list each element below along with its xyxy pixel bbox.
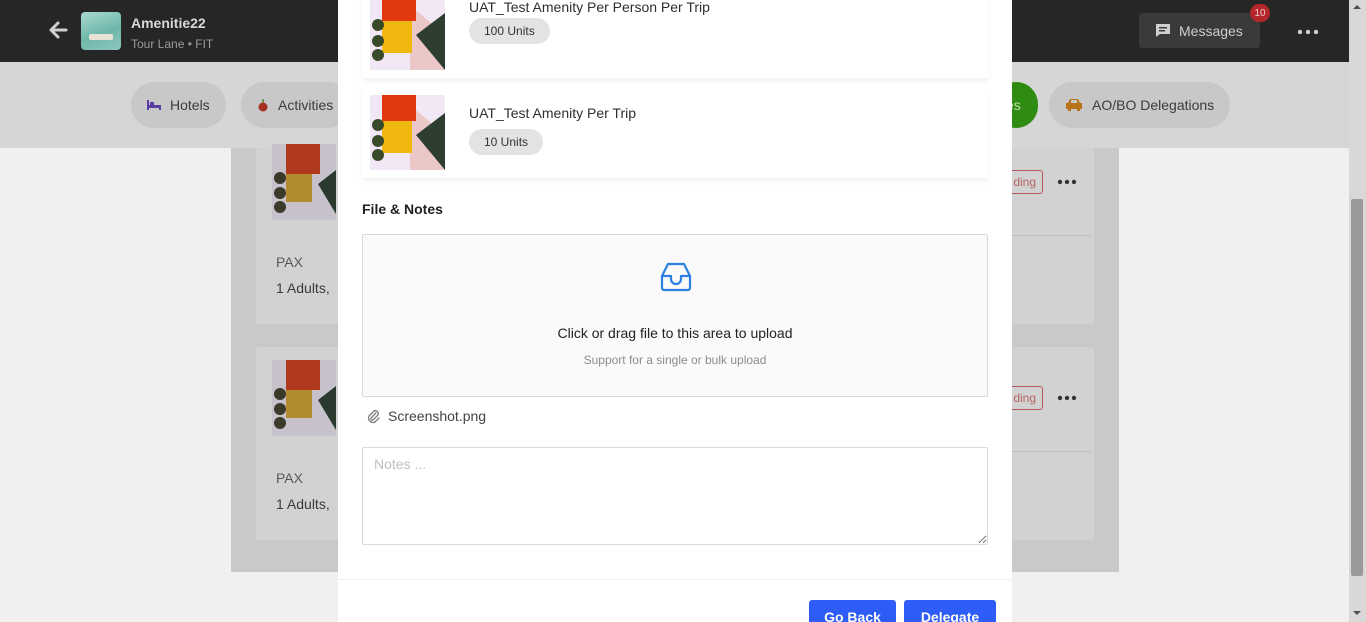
tab-label: Activities (278, 97, 334, 113)
divider (1003, 235, 1091, 236)
chat-icon (1156, 24, 1170, 37)
trip-title: Amenitie22 (131, 15, 206, 31)
messages-label: Messages (1179, 22, 1243, 39)
modal-footer-divider (338, 579, 1012, 580)
tab-label: Hotels (170, 97, 210, 113)
file-upload-dropzone[interactable]: Click or drag file to this area to uploa… (362, 234, 988, 397)
attached-file-item[interactable]: Screenshot.png (366, 406, 486, 426)
apple-icon (258, 99, 268, 112)
item-image (272, 360, 336, 436)
amenity-title: UAT_Test Amenity Per Person Per Trip (469, 0, 710, 15)
notes-textarea[interactable] (362, 447, 988, 545)
inbox-icon (660, 262, 692, 292)
pax-label: PAX (276, 254, 303, 270)
trip-subtitle: Tour Lane • FIT (131, 37, 214, 51)
amenity-image (370, 95, 445, 170)
file-notes-heading: File & Notes (362, 201, 443, 217)
trip-thumbnail (81, 12, 121, 50)
paperclip-icon (367, 410, 380, 424)
divider (1003, 451, 1091, 452)
row-more-icon[interactable] (1057, 179, 1077, 185)
bed-icon (147, 100, 161, 110)
item-image (272, 144, 336, 220)
car-icon (1066, 99, 1082, 111)
tab-activities[interactable]: Activities (241, 82, 351, 128)
amenity-title: UAT_Test Amenity Per Trip (469, 105, 637, 121)
row-more-icon[interactable] (1057, 395, 1077, 401)
messages-count-badge: 10 (1250, 4, 1270, 22)
amenity-units-tag: 100 Units (469, 18, 550, 44)
more-options-icon[interactable] (1297, 28, 1319, 36)
scrollbar-thumb[interactable] (1351, 199, 1363, 576)
attached-file-name: Screenshot.png (388, 408, 487, 424)
tab-ao-bo-delegations[interactable]: AO/BO Delegations (1049, 82, 1231, 128)
scroll-down-icon[interactable] (1352, 609, 1362, 617)
messages-button[interactable]: Messages (1139, 13, 1260, 48)
pax-label: PAX (276, 470, 303, 486)
amenity-card: UAT_Test Amenity Per Person Per Trip 100… (362, 0, 988, 78)
back-arrow-icon[interactable] (46, 18, 70, 42)
delegate-button[interactable]: Delegate (904, 600, 996, 622)
pax-value: 1 Adults, (276, 280, 330, 296)
pax-value: 1 Adults, (276, 496, 330, 512)
tab-hotels[interactable]: Hotels (131, 82, 226, 128)
delegate-modal: UAT_Test Amenity Per Person Per Trip 100… (338, 0, 1012, 622)
amenity-card: UAT_Test Amenity Per Trip 10 Units (362, 88, 988, 178)
go-back-button[interactable]: Go Back (809, 600, 896, 622)
scroll-up-icon[interactable] (1352, 3, 1362, 11)
amenity-image (370, 0, 445, 70)
upload-hint: Support for a single or bulk upload (583, 353, 767, 367)
tab-label: AO/BO Delegations (1092, 97, 1215, 113)
amenity-units-tag: 10 Units (469, 129, 544, 155)
upload-instruction: Click or drag file to this area to uploa… (557, 325, 793, 341)
